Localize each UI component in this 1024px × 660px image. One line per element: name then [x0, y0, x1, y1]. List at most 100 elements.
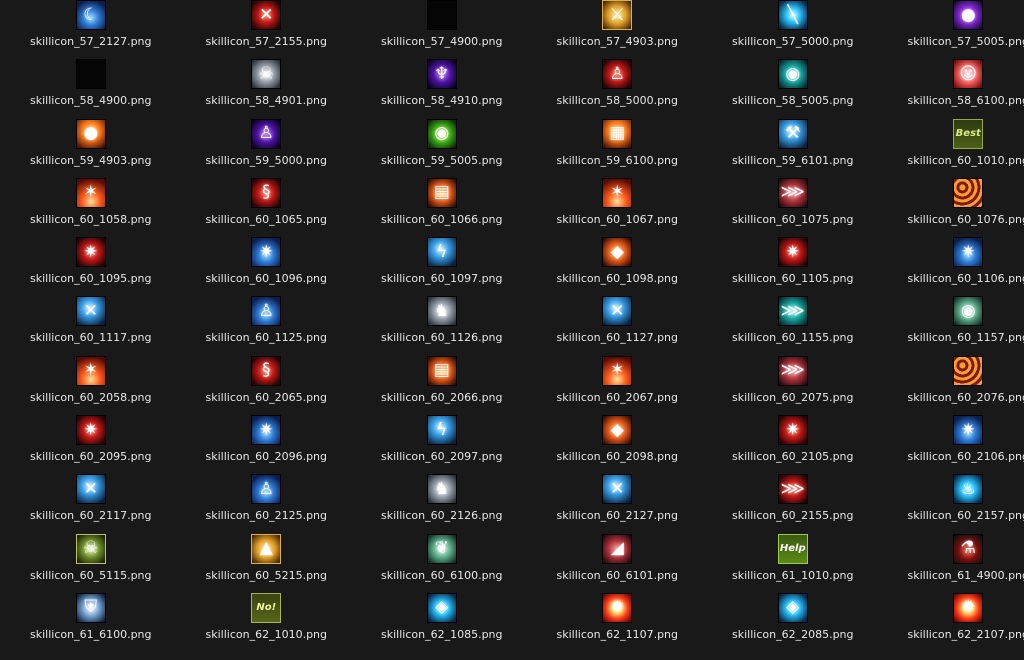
file-tile[interactable]: skillicon_60_1076.png [881, 167, 1024, 226]
file-tile[interactable]: ⋙ skillicon_60_2155.png [705, 463, 881, 522]
file-tile[interactable]: skillicon_58_4900.png [3, 48, 179, 107]
file-tile[interactable]: ♙ skillicon_58_5000.png [530, 48, 706, 107]
file-tile[interactable]: ● skillicon_59_4903.png [3, 108, 179, 167]
blue-figures-icon: ♙ [251, 474, 282, 505]
file-tile[interactable]: ◈ skillicon_62_1085.png [354, 582, 530, 641]
icon-glyph: ◉ [960, 300, 976, 321]
file-tile[interactable]: skillicon_60_2076.png [881, 345, 1024, 404]
file-tile[interactable]: ⚔ skillicon_57_4903.png [530, 0, 706, 48]
file-tile[interactable]: ✕ skillicon_60_1127.png [530, 285, 706, 344]
file-tile[interactable]: ▤ skillicon_60_1066.png [354, 167, 530, 226]
icon-glyph: ▦ [609, 123, 626, 144]
file-tile[interactable]: ✕ skillicon_60_2127.png [530, 463, 706, 522]
file-tile[interactable]: ♙ skillicon_59_5000.png [179, 108, 355, 167]
icon-glyph: ✷ [785, 419, 800, 440]
file-name-label: skillicon_58_5000.png [556, 94, 679, 108]
file-tile[interactable]: ♙ skillicon_60_1125.png [179, 285, 355, 344]
best-badge-icon: Best [953, 118, 984, 149]
file-name-label: skillicon_60_2095.png [30, 450, 152, 464]
file-tile[interactable]: ♆ skillicon_58_4910.png [354, 48, 530, 107]
file-tile[interactable]: ϟ skillicon_60_1097.png [354, 226, 530, 285]
icon-glyph: ♙ [258, 478, 274, 499]
file-tile[interactable]: ◈ skillicon_62_2085.png [705, 582, 881, 641]
file-tile[interactable]: Help skillicon_61_1010.png [705, 523, 881, 582]
file-name-label: skillicon_59_4903.png [30, 153, 152, 167]
file-tile[interactable]: ⋙ skillicon_60_2075.png [705, 345, 881, 404]
file-tile[interactable]: ✷ skillicon_60_2096.png [179, 404, 355, 463]
red-claw-icon: ⋙ [777, 177, 808, 208]
red-burst-icon: ✷ [777, 415, 808, 446]
file-tile[interactable]: skillicon_57_4900.png [354, 0, 530, 48]
file-tile[interactable]: ☠ skillicon_58_4901.png [179, 48, 355, 107]
file-tile[interactable]: ⋙ skillicon_60_1155.png [705, 285, 881, 344]
file-tile[interactable]: ✕ skillicon_60_2117.png [3, 463, 179, 522]
file-tile[interactable]: ▦ skillicon_59_6100.png [530, 108, 706, 167]
file-tile[interactable]: ╲ skillicon_57_5000.png [705, 0, 881, 48]
file-tile[interactable]: ✕ skillicon_60_1117.png [3, 285, 179, 344]
file-tile[interactable]: ◉ skillicon_59_5005.png [354, 108, 530, 167]
flame-burst-icon: ✶ [75, 355, 106, 386]
file-tile[interactable]: ◉ skillicon_60_1157.png [881, 285, 1024, 344]
file-tile[interactable]: ✷ skillicon_60_1105.png [705, 226, 881, 285]
icon-glyph: ❦ [434, 538, 449, 559]
file-tile[interactable]: ✶ skillicon_60_2067.png [530, 345, 706, 404]
file-name-label: skillicon_60_1076.png [907, 212, 1024, 226]
file-tile[interactable]: ⚗ skillicon_61_4900.png [881, 523, 1024, 582]
icon-glyph: ✶ [610, 360, 625, 381]
icon-glyph: ✶ [83, 182, 98, 203]
file-tile[interactable]: ⋙ skillicon_60_1075.png [705, 167, 881, 226]
file-tile[interactable]: ⛨ skillicon_61_6100.png [3, 582, 179, 641]
file-name-label: skillicon_58_4910.png [381, 94, 503, 108]
file-tile[interactable]: ♞ skillicon_60_1126.png [354, 285, 530, 344]
file-tile[interactable]: ☠ skillicon_60_5115.png [3, 523, 179, 582]
file-tile[interactable]: ♞ skillicon_60_2126.png [354, 463, 530, 522]
file-tile[interactable]: ✶ skillicon_60_1058.png [3, 167, 179, 226]
icon-glyph: ● [83, 123, 99, 144]
icon-glyph: ϟ [436, 419, 448, 440]
file-tile[interactable]: ● skillicon_57_5005.png [881, 0, 1024, 48]
file-tile[interactable]: ϟ skillicon_60_2097.png [354, 404, 530, 463]
file-name-label: skillicon_58_5005.png [732, 94, 854, 108]
icon-glyph: ◆ [610, 241, 624, 262]
file-tile[interactable]: ❦ skillicon_60_6100.png [354, 523, 530, 582]
blue-burst-icon: ✷ [953, 415, 984, 446]
file-tile[interactable]: ✶ skillicon_60_2058.png [3, 345, 179, 404]
file-tile[interactable]: ✷ skillicon_60_2105.png [705, 404, 881, 463]
file-name-label: skillicon_59_5000.png [205, 153, 328, 167]
file-tile[interactable]: ✹ skillicon_62_1107.png [530, 582, 706, 641]
file-tile[interactable]: ▤ skillicon_60_2066.png [354, 345, 530, 404]
file-tile[interactable]: ◆ skillicon_60_1098.png [530, 226, 706, 285]
file-tile[interactable]: ♨ skillicon_60_2157.png [881, 463, 1024, 522]
file-tile[interactable]: ✷ skillicon_60_1106.png [881, 226, 1024, 285]
file-tile[interactable]: ◉ skillicon_58_5005.png [705, 48, 881, 107]
icon-glyph: ◈ [786, 597, 800, 618]
silver-beast-icon: ♞ [426, 296, 457, 327]
file-tile[interactable]: ✷ skillicon_60_2106.png [881, 404, 1024, 463]
file-tile[interactable]: ⚒ skillicon_59_6101.png [705, 108, 881, 167]
file-name-label: skillicon_60_1066.png [381, 212, 503, 226]
file-tile[interactable]: § skillicon_60_2065.png [179, 345, 355, 404]
file-name-label: skillicon_60_1157.png [907, 331, 1024, 345]
file-tile[interactable]: ✷ skillicon_60_1096.png [179, 226, 355, 285]
blue-burst-icon: ✷ [953, 237, 984, 268]
icon-glyph: ▲ [259, 538, 273, 559]
file-tile[interactable]: ◢ skillicon_60_6101.png [530, 523, 706, 582]
blue-eye-icon: ◈ [426, 592, 457, 623]
file-tile[interactable]: ✷ skillicon_60_1095.png [3, 226, 179, 285]
file-tile[interactable]: ✹ skillicon_62_2107.png [881, 582, 1024, 641]
icon-glyph: ✹ [961, 597, 976, 618]
file-tile[interactable]: ☺ skillicon_58_6100.png [881, 48, 1024, 107]
file-tile[interactable]: ✷ skillicon_60_2095.png [3, 404, 179, 463]
file-tile[interactable]: ▲ skillicon_60_5215.png [179, 523, 355, 582]
file-tile[interactable]: § skillicon_60_1065.png [179, 167, 355, 226]
file-tile[interactable]: No! skillicon_62_1010.png [179, 582, 355, 641]
blue-figures-icon: ♙ [251, 296, 282, 327]
file-tile[interactable]: ✶ skillicon_60_1067.png [530, 167, 706, 226]
file-tile[interactable]: Best skillicon_60_1010.png [881, 108, 1024, 167]
file-tile[interactable]: ✕ skillicon_57_2155.png [179, 0, 355, 48]
icon-glyph: ♞ [434, 300, 450, 321]
file-tile[interactable]: ◆ skillicon_60_2098.png [530, 404, 706, 463]
file-tile[interactable]: ☾ skillicon_57_2127.png [3, 0, 179, 48]
file-name-label: skillicon_58_4901.png [205, 94, 328, 108]
file-tile[interactable]: ♙ skillicon_60_2125.png [179, 463, 355, 522]
